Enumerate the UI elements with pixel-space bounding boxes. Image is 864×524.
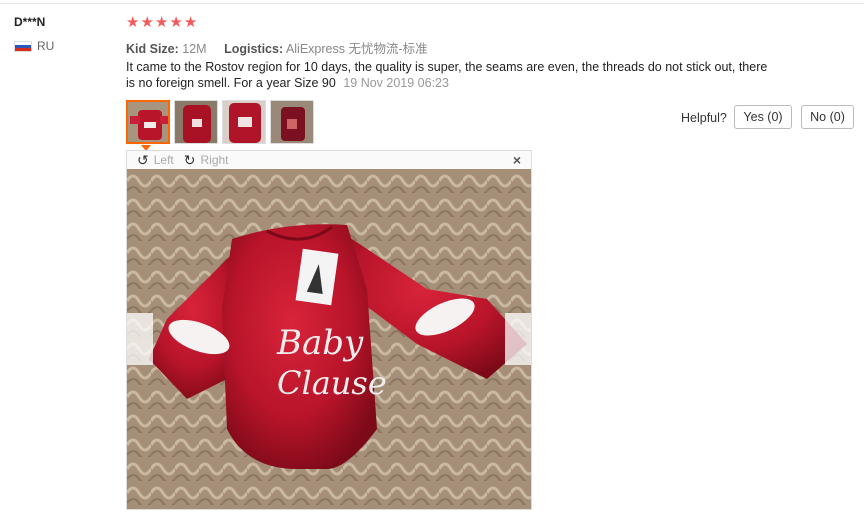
kid-size-value: 12M [182, 42, 207, 56]
viewer-toolbar: ↺ Left ↻ Right × [127, 151, 531, 170]
reviewer-country: RU [14, 39, 54, 53]
star-icon: ★ [154, 14, 169, 31]
rotate-left-icon: ↺ [137, 152, 149, 168]
helpful-label: Helpful? [681, 111, 727, 125]
star-icon: ★ [140, 14, 154, 31]
print-line-1: Baby [276, 323, 364, 363]
logistics-value: AliExpress 无忧物流-标准 [285, 42, 428, 56]
review-photo: Baby Clause [127, 169, 531, 509]
russia-flag-icon [14, 40, 32, 52]
reviewer-name: D***N [14, 15, 46, 29]
star-icon: ★ [126, 14, 140, 31]
rotate-right-label: Right [200, 153, 229, 167]
print-line-2: Clause [277, 364, 387, 402]
rotate-right-icon: ↻ [183, 152, 196, 168]
thumbnail-3[interactable] [222, 100, 266, 144]
thumbnail-1[interactable] [126, 100, 170, 144]
review-thumbnails [126, 100, 318, 144]
star-icon: ★ [169, 14, 183, 31]
next-image-button[interactable] [505, 313, 531, 365]
rotate-right-button[interactable]: ↻ Right [184, 153, 229, 167]
thumbnail-4[interactable] [270, 100, 314, 144]
rotate-left-button[interactable]: ↺ Left [137, 153, 174, 167]
review-body: It came to the Rostov region for 10 days… [126, 59, 776, 91]
helpful-no-button[interactable]: No (0) [801, 105, 854, 129]
star-rating: ★ ★ ★ ★ ★ [126, 14, 198, 32]
country-code: RU [37, 39, 55, 53]
rotate-left-label: Left [153, 153, 174, 167]
helpful-yes-button[interactable]: Yes (0) [734, 105, 792, 129]
thumbnail-2[interactable] [174, 100, 218, 144]
star-icon: ★ [183, 14, 198, 31]
image-viewer: ↺ Left ↻ Right × Baby Clause [126, 150, 532, 510]
kid-size-label: Kid Size: [126, 42, 179, 56]
previous-image-button[interactable] [127, 313, 153, 365]
order-meta: Kid Size: 12M Logistics: AliExpress 无忧物流… [126, 38, 442, 57]
close-icon[interactable]: × [513, 152, 521, 168]
review-date: 19 Nov 2019 06:23 [343, 76, 449, 90]
top-divider [0, 3, 864, 4]
logistics-label: Logistics: [224, 42, 284, 56]
